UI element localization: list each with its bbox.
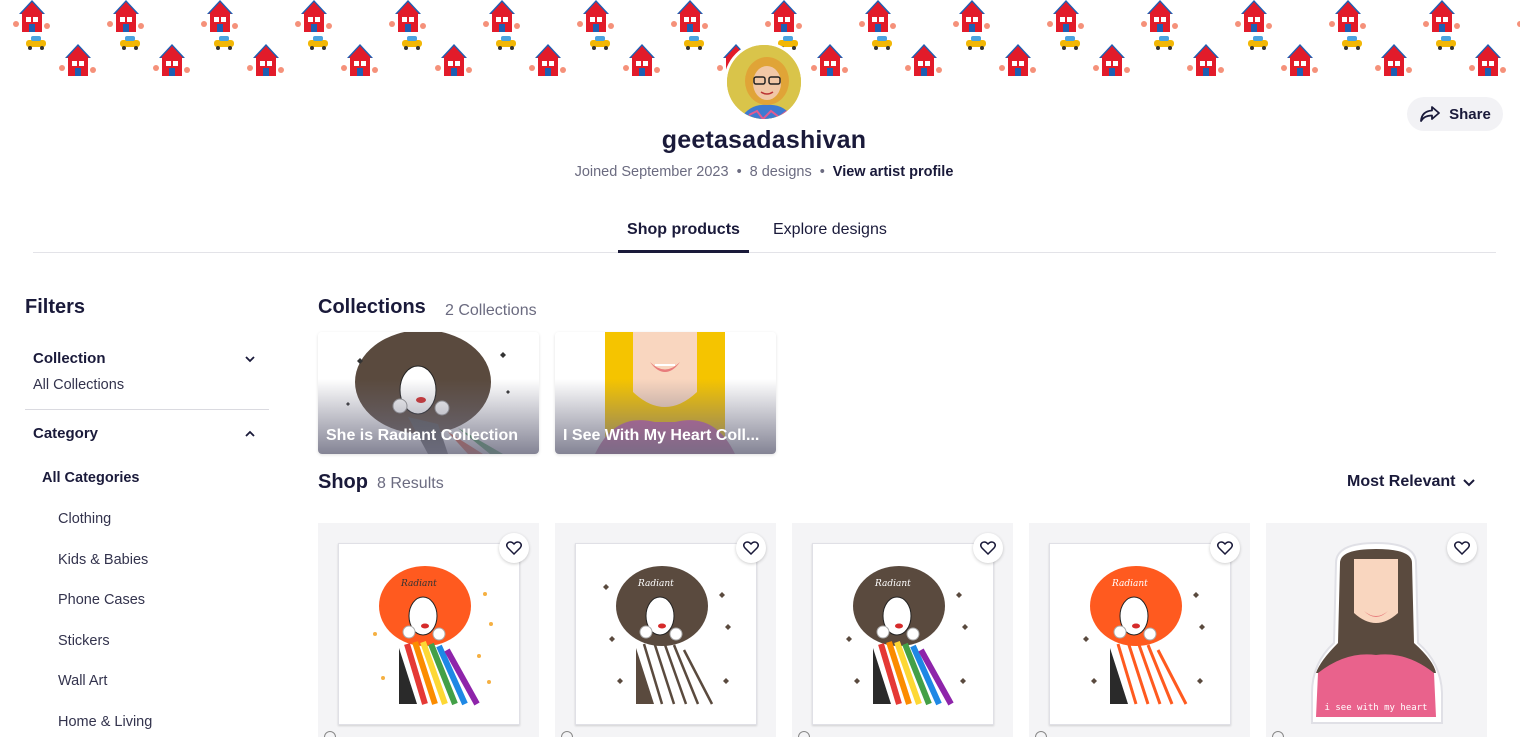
product-image: Radiant <box>338 543 520 725</box>
heart-icon <box>743 541 759 555</box>
artist-meta: Joined September 2023 • 8 designs • View art… <box>574 164 954 180</box>
shop-title: Shop <box>318 471 368 493</box>
product-image: Radiant <box>575 543 757 725</box>
share-arrow-icon <box>1420 106 1441 122</box>
filters-title: Filters <box>25 296 86 318</box>
heart-icon <box>506 541 522 555</box>
product-card[interactable]: Radiant <box>792 523 1013 737</box>
heart-icon <box>980 541 996 555</box>
sticker-caption: i see with my heart <box>1324 703 1428 713</box>
info-icon[interactable] <box>324 731 336 737</box>
product-card[interactable]: Radiant <box>1029 523 1250 737</box>
favorite-button[interactable] <box>1210 533 1240 563</box>
info-icon[interactable] <box>798 731 810 737</box>
product-image: Radiant <box>1049 543 1231 725</box>
svg-text:Radiant: Radiant <box>1111 579 1148 589</box>
category-item-stickers[interactable]: Stickers <box>58 633 110 649</box>
sort-dropdown[interactable]: Most Relevant <box>1347 473 1476 491</box>
share-label: Share <box>1449 105 1491 123</box>
collection-filter-label: Collection <box>33 350 106 367</box>
sort-selected-value: Most Relevant <box>1347 473 1456 490</box>
collection-card-label: She is Radiant Collection <box>326 427 519 444</box>
info-icon[interactable] <box>1272 731 1284 737</box>
info-icon[interactable] <box>1035 731 1047 737</box>
category-item-kids-babies[interactable]: Kids & Babies <box>58 552 148 568</box>
product-image: Radiant <box>812 543 994 725</box>
chevron-down-icon <box>1463 479 1476 487</box>
artist-avatar <box>724 42 804 122</box>
tab-explore-designs[interactable]: Explore designs <box>773 221 887 239</box>
artist-name: geetasadashivan <box>661 126 867 154</box>
tab-shop-products[interactable]: Shop products <box>618 221 749 253</box>
category-item-clothing[interactable]: Clothing <box>58 511 111 527</box>
svg-text:Radiant: Radiant <box>400 579 437 589</box>
favorite-button[interactable] <box>736 533 766 563</box>
favorite-button[interactable] <box>973 533 1003 563</box>
collection-filter-value: All Collections <box>33 377 125 393</box>
product-card[interactable]: i see with my heart <box>1266 523 1487 737</box>
category-item-phone-cases[interactable]: Phone Cases <box>58 592 145 608</box>
category-filter-label: Category <box>33 425 99 442</box>
collection-filter[interactable]: Collection All Collections <box>25 350 269 410</box>
category-item-wall-art[interactable]: Wall Art <box>58 673 107 689</box>
svg-text:Radiant: Radiant <box>637 579 674 589</box>
profile-tabs: Shop products Explore designs <box>33 215 1496 253</box>
collection-card-label: I See With My Heart Coll... <box>563 427 760 444</box>
product-card[interactable]: Radiant <box>555 523 776 737</box>
favorite-button[interactable] <box>1447 533 1477 563</box>
favorite-button[interactable] <box>499 533 529 563</box>
product-card[interactable]: Radiant <box>318 523 539 737</box>
design-count: 8 designs <box>749 164 812 180</box>
heart-icon <box>1217 541 1233 555</box>
shop-results-count: 8 Results <box>377 475 444 492</box>
collections-title: Collections <box>318 296 426 318</box>
category-item-home-living[interactable]: Home & Living <box>58 714 152 730</box>
chevron-up-icon[interactable] <box>245 429 255 439</box>
collection-card-she-is-radiant[interactable]: She is Radiant Collection <box>318 332 539 454</box>
svg-text:Radiant: Radiant <box>874 579 911 589</box>
info-icon[interactable] <box>561 731 573 737</box>
category-all[interactable]: All Categories <box>42 470 140 486</box>
joined-date: Joined September 2023 <box>574 164 729 180</box>
collection-card-i-see-with-my-heart[interactable]: I See With My Heart Coll... <box>555 332 776 454</box>
collections-count: 2 Collections <box>445 302 537 319</box>
chevron-down-icon[interactable] <box>245 354 255 364</box>
heart-icon <box>1454 541 1470 555</box>
view-artist-profile-link[interactable]: View artist profile <box>833 164 954 180</box>
